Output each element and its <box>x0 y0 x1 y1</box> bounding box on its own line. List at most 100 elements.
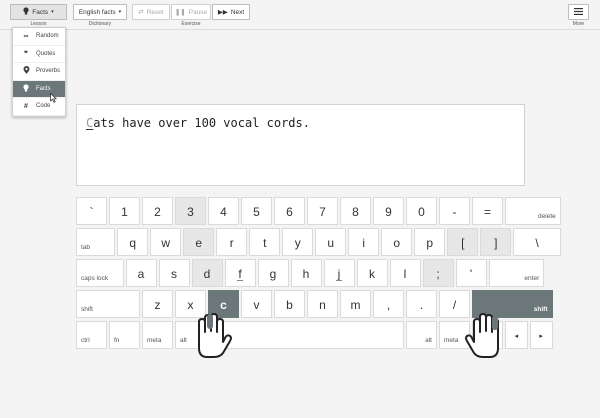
menu-item-proverbs[interactable]: Proverbs <box>13 63 65 81</box>
key-label: caps lock <box>81 275 109 282</box>
key-alt[interactable]: alt <box>406 321 437 349</box>
key-label: ` <box>89 205 94 219</box>
key-d[interactable]: d <box>191 259 223 287</box>
dictionary-caption: Dictionary <box>88 21 112 27</box>
menu-item-code[interactable]: # Code <box>13 98 65 116</box>
key-i[interactable]: i <box>348 228 380 256</box>
key-u[interactable]: u <box>315 228 347 256</box>
key-semicolon[interactable]: ; <box>422 259 454 287</box>
key-label: - <box>452 205 457 219</box>
key-0[interactable]: 0 <box>406 197 437 225</box>
more-caption: More <box>572 21 585 27</box>
key-y[interactable]: y <box>282 228 314 256</box>
key-f[interactable]: f <box>224 259 256 287</box>
key-ctrl[interactable]: ctrl <box>76 321 107 349</box>
key-v[interactable]: v <box>241 290 272 318</box>
key-label: meta <box>147 337 162 344</box>
key-l[interactable]: l <box>389 259 421 287</box>
key-s[interactable]: s <box>158 259 190 287</box>
key-fn[interactable]: fn <box>109 321 140 349</box>
key-label: \ <box>535 236 539 250</box>
key-8[interactable]: 8 <box>340 197 371 225</box>
key-h[interactable]: h <box>290 259 322 287</box>
key-6[interactable]: 6 <box>274 197 305 225</box>
key-label: c <box>220 298 227 312</box>
key-7[interactable]: 7 <box>307 197 338 225</box>
key-tab[interactable]: tab <box>76 228 116 256</box>
key-label: a <box>137 267 145 281</box>
menu-item-label: Random <box>36 33 59 40</box>
key-t[interactable]: t <box>249 228 281 256</box>
key-label: 9 <box>385 205 392 219</box>
key-enter[interactable]: enter <box>488 259 545 287</box>
key-4[interactable]: 4 <box>208 197 239 225</box>
key-5[interactable]: 5 <box>241 197 272 225</box>
more-button[interactable] <box>568 4 589 20</box>
menu-item-label: Code <box>36 103 51 110</box>
key-r[interactable]: r <box>216 228 248 256</box>
key-label: ] <box>494 236 498 250</box>
exercise-text-area[interactable]: Cats have over 100 vocal cords. <box>76 104 525 186</box>
key-lbracket[interactable]: [ <box>447 228 479 256</box>
key-quote[interactable]: ' <box>455 259 487 287</box>
key-2[interactable]: 2 <box>142 197 173 225</box>
key-minus[interactable]: - <box>439 197 470 225</box>
key-shift-left[interactable]: shift <box>76 290 140 318</box>
key-o[interactable]: o <box>381 228 413 256</box>
key-space[interactable] <box>208 321 404 349</box>
menu-item-quotes[interactable]: ❞ Quotes <box>13 46 65 63</box>
key-label: k <box>369 267 375 281</box>
key-b[interactable]: b <box>274 290 305 318</box>
key-p[interactable]: p <box>414 228 446 256</box>
pause-button[interactable]: ❚❚ Pause <box>171 4 211 20</box>
key-9[interactable]: 9 <box>373 197 404 225</box>
key-g[interactable]: g <box>257 259 289 287</box>
menu-item-random[interactable]: ∞ Random <box>13 28 65 46</box>
key-equals[interactable]: = <box>472 197 503 225</box>
key-n[interactable]: n <box>307 290 338 318</box>
key-caps-lock[interactable]: caps lock <box>76 259 124 287</box>
key-3[interactable]: 3 <box>175 197 206 225</box>
key-label: 4 <box>220 205 227 219</box>
key-j[interactable]: j <box>323 259 355 287</box>
key-k[interactable]: k <box>356 259 388 287</box>
key-meta[interactable]: meta <box>142 321 173 349</box>
key-label: h <box>302 267 310 281</box>
key-q[interactable]: q <box>117 228 149 256</box>
exercise-caption: Exercise <box>181 21 201 27</box>
key-label: ▸ <box>539 333 543 340</box>
key-label: r <box>229 236 234 250</box>
key-label: o <box>393 236 401 250</box>
key-m[interactable]: m <box>340 290 371 318</box>
key-arrow-left[interactable]: ◂ <box>505 321 528 349</box>
key-label: = <box>483 205 491 219</box>
key-arrow-right[interactable]: ▸ <box>529 321 553 349</box>
key-period[interactable]: . <box>406 290 437 318</box>
key-backslash[interactable]: \ <box>513 228 561 256</box>
key-label: 7 <box>319 205 326 219</box>
lesson-dropdown[interactable]: Facts ▾ <box>10 4 67 20</box>
key-backtick[interactable]: ` <box>76 197 107 225</box>
key-comma[interactable]: , <box>373 290 404 318</box>
key-label: 3 <box>187 205 194 219</box>
key-e[interactable]: e <box>183 228 215 256</box>
key-z[interactable]: z <box>142 290 173 318</box>
menu-icon <box>574 7 583 17</box>
mouse-cursor-icon <box>50 93 57 103</box>
key-a[interactable]: a <box>125 259 157 287</box>
key-delete[interactable]: delete <box>505 197 561 225</box>
home-bump <box>237 280 243 281</box>
key-w[interactable]: w <box>150 228 182 256</box>
key-1[interactable]: 1 <box>109 197 140 225</box>
key-label: fn <box>114 337 120 344</box>
key-label: j <box>337 267 341 281</box>
reset-button[interactable]: ⇄ Reset <box>132 4 170 20</box>
dictionary-dropdown[interactable]: English facts ▾ <box>73 4 127 20</box>
menu-item-facts[interactable]: Facts <box>13 80 65 98</box>
key-label: . <box>419 298 424 312</box>
key-label: ctrl <box>81 337 90 344</box>
next-button[interactable]: ▶▶ Next <box>212 4 250 20</box>
key-rbracket[interactable]: ] <box>480 228 512 256</box>
key-label: 0 <box>418 205 425 219</box>
key-label: , <box>386 298 391 312</box>
